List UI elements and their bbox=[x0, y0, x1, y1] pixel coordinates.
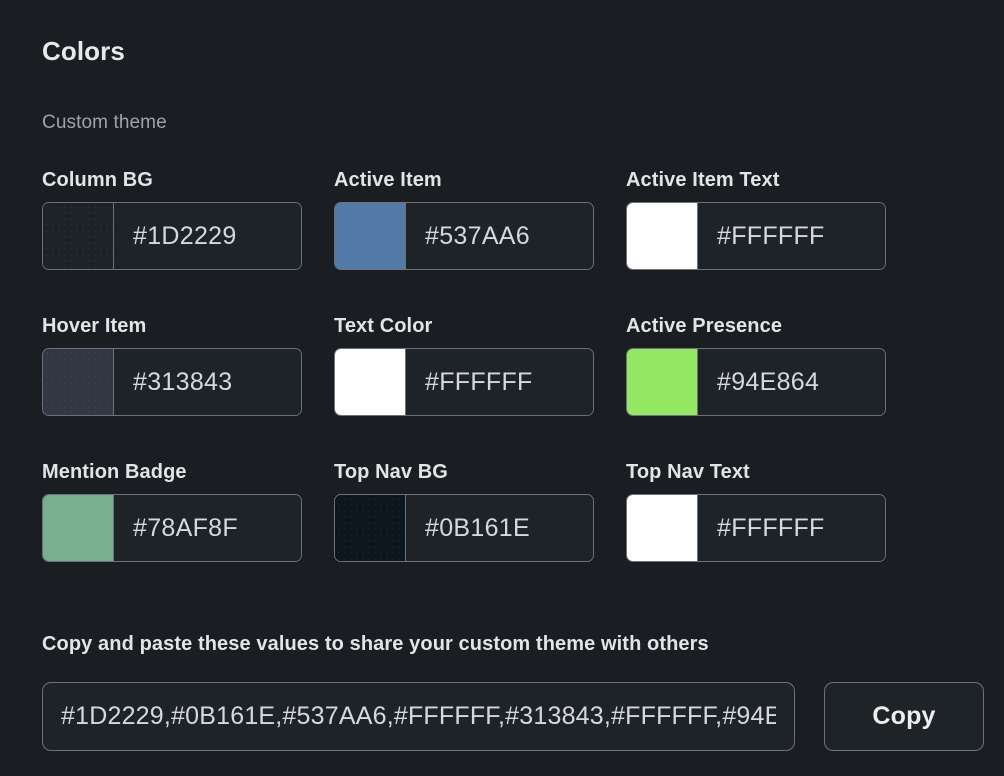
colors-settings-panel: Colors Custom theme Column BG #1D2229 Ac… bbox=[0, 0, 1004, 776]
color-hex-value[interactable]: #FFFFFF bbox=[698, 495, 885, 561]
color-swatch[interactable] bbox=[43, 203, 114, 269]
color-field-label: Column BG bbox=[42, 169, 153, 191]
page-title: Colors bbox=[42, 36, 125, 66]
share-theme-input[interactable] bbox=[42, 682, 795, 751]
color-swatch[interactable] bbox=[335, 349, 406, 415]
color-field-mention-badge: Mention Badge #78AF8F bbox=[42, 460, 302, 562]
color-field-top-nav-text: Top Nav Text #FFFFFF bbox=[626, 460, 886, 562]
color-field-box[interactable]: #78AF8F bbox=[42, 494, 302, 562]
color-hex-value[interactable]: #FFFFFF bbox=[406, 349, 593, 415]
color-hex-value[interactable]: #94E864 bbox=[698, 349, 885, 415]
color-swatch[interactable] bbox=[335, 203, 406, 269]
color-field-box[interactable]: #FFFFFF bbox=[334, 348, 594, 416]
color-field-box[interactable]: #1D2229 bbox=[42, 202, 302, 270]
color-field-box[interactable]: #537AA6 bbox=[334, 202, 594, 270]
share-theme-label: Copy and paste these values to share you… bbox=[42, 633, 709, 655]
color-field-hover-item: Hover Item #313843 bbox=[42, 314, 302, 416]
color-field-active-item: Active Item #537AA6 bbox=[334, 168, 594, 270]
color-field-column-bg: Column BG #1D2229 bbox=[42, 168, 302, 270]
color-field-box[interactable]: #0B161E bbox=[334, 494, 594, 562]
color-swatch[interactable] bbox=[627, 349, 698, 415]
color-field-label: Active Item Text bbox=[626, 169, 780, 191]
color-swatch[interactable] bbox=[627, 495, 698, 561]
color-field-row: Hover Item #313843 Text Color #FFFFFF Ac… bbox=[42, 314, 886, 460]
color-field-row: Column BG #1D2229 Active Item #537AA6 Ac… bbox=[42, 168, 886, 314]
color-field-row: Mention Badge #78AF8F Top Nav BG #0B161E… bbox=[42, 460, 886, 606]
color-swatch[interactable] bbox=[43, 349, 114, 415]
color-field-text-color: Text Color #FFFFFF bbox=[334, 314, 594, 416]
color-field-active-item-text: Active Item Text #FFFFFF bbox=[626, 168, 886, 270]
color-field-label: Active Presence bbox=[626, 315, 783, 337]
color-swatch[interactable] bbox=[43, 495, 114, 561]
section-subtitle: Custom theme bbox=[42, 112, 167, 133]
color-hex-value[interactable]: #1D2229 bbox=[114, 203, 301, 269]
color-swatch[interactable] bbox=[627, 203, 698, 269]
copy-button[interactable]: Copy bbox=[824, 682, 984, 751]
color-hex-value[interactable]: #0B161E bbox=[406, 495, 593, 561]
color-field-top-nav-bg: Top Nav BG #0B161E bbox=[334, 460, 594, 562]
color-field-box[interactable]: #313843 bbox=[42, 348, 302, 416]
color-field-active-presence: Active Presence #94E864 bbox=[626, 314, 886, 416]
color-field-box[interactable]: #FFFFFF bbox=[626, 202, 886, 270]
color-field-label: Active Item bbox=[334, 169, 442, 191]
color-field-label: Top Nav Text bbox=[626, 461, 750, 483]
color-field-label: Text Color bbox=[334, 315, 433, 337]
color-hex-value[interactable]: #78AF8F bbox=[114, 495, 301, 561]
color-field-label: Hover Item bbox=[42, 315, 147, 337]
color-hex-value[interactable]: #313843 bbox=[114, 349, 301, 415]
color-field-label: Mention Badge bbox=[42, 461, 187, 483]
color-field-label: Top Nav BG bbox=[334, 461, 448, 483]
color-swatch[interactable] bbox=[335, 495, 406, 561]
color-hex-value[interactable]: #FFFFFF bbox=[698, 203, 885, 269]
color-field-grid: Column BG #1D2229 Active Item #537AA6 Ac… bbox=[42, 168, 886, 606]
color-field-box[interactable]: #FFFFFF bbox=[626, 494, 886, 562]
color-hex-value[interactable]: #537AA6 bbox=[406, 203, 593, 269]
color-field-box[interactable]: #94E864 bbox=[626, 348, 886, 416]
